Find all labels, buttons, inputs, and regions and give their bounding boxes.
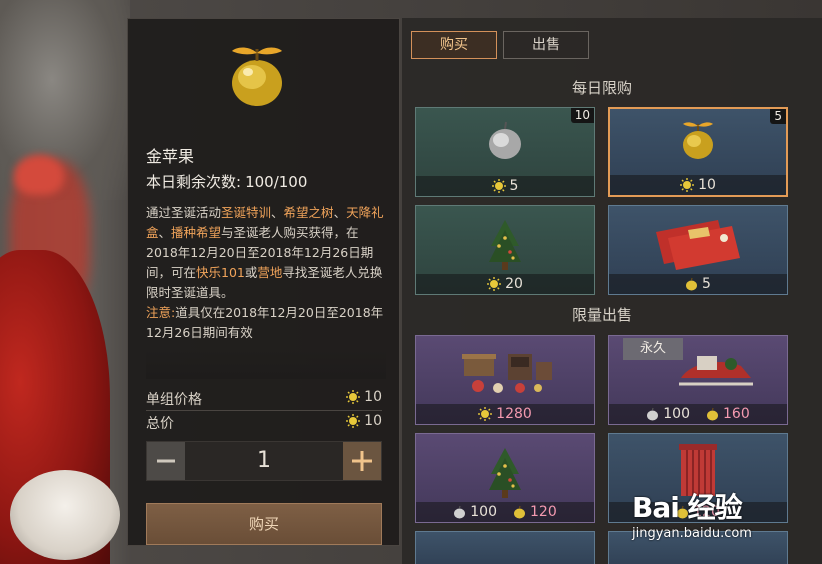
item-price-value-gold: 120 <box>530 504 557 520</box>
sun-coin-icon <box>680 178 695 192</box>
golden-apple-icon <box>232 47 282 106</box>
desc-text: 、 <box>158 225 172 240</box>
item-price: 1280 <box>416 404 594 424</box>
item-count-badge: 10 <box>570 108 594 123</box>
shop-item-christmas-tree[interactable]: 20 <box>415 205 595 295</box>
sun-coin-icon <box>478 407 493 421</box>
unit-price-label: 单组价格 <box>146 392 202 408</box>
shop-item-sleigh[interactable]: 永久 100 160 <box>608 335 788 425</box>
shop-item-silver-apple[interactable]: 10 5 <box>415 107 595 197</box>
background-santa-hat <box>14 155 64 195</box>
section-limited-sale: 限量出售 <box>571 306 632 324</box>
item-price: 5 <box>609 274 787 294</box>
unit-price-number: 10 <box>364 389 382 405</box>
item-price-value-silver: 100 <box>470 504 497 520</box>
desc-link-wish-tree: 希望之树 <box>283 205 334 220</box>
shop-item-christmas-cards[interactable]: 5 <box>608 205 788 295</box>
apple-coin-icon <box>454 505 466 519</box>
total-price-value: 10 <box>346 413 382 429</box>
item-price-value: 5 <box>509 178 519 194</box>
unit-price-value: 10 <box>346 389 382 405</box>
desc-link-sow-hope: 播种希望 <box>171 225 222 240</box>
sun-coin-icon <box>491 179 506 193</box>
item-price-value: 10 <box>698 177 716 193</box>
desc-text: 、 <box>271 205 284 220</box>
sun-coin-icon <box>346 414 361 428</box>
sun-coin-icon <box>346 390 361 404</box>
shop-item-gold-apple[interactable]: 5 10 <box>608 107 788 197</box>
golden-apple-icon <box>683 122 713 159</box>
item-price: 20 <box>416 274 594 294</box>
total-price-number: 10 <box>364 413 382 429</box>
watermark-logo: Bai 经验 <box>632 491 743 524</box>
item-price-value: 5 <box>702 276 711 292</box>
christmas-tree-icon <box>489 220 521 270</box>
desc-text: 、 <box>333 205 347 220</box>
item-price-value: 1280 <box>496 406 532 422</box>
item-price: 10 <box>610 175 786 195</box>
note-text: 道具仅在2018年12月20日至2018年12月26日期间有效 <box>146 305 384 340</box>
unit-price-row: 单组价格 10 <box>146 389 382 409</box>
item-price: 5 <box>416 176 594 196</box>
section-daily-limit: 每日限购 <box>571 79 632 97</box>
desc-link-camp: 营地 <box>257 265 283 280</box>
gold-apple-coin-icon <box>514 505 525 519</box>
desc-text: 通过圣诞活动 <box>146 205 222 220</box>
sun-coin-icon <box>487 277 502 291</box>
gold-apple-coin-icon <box>686 277 698 291</box>
shop-item-furniture-set[interactable]: 1280 <box>415 335 595 425</box>
tab-sell[interactable]: 出售 <box>503 31 589 59</box>
buy-button[interactable]: 购买 <box>146 503 382 545</box>
item-count-badge: 5 <box>770 109 786 124</box>
decrease-quantity-button[interactable] <box>147 442 185 480</box>
total-price-row: 总价 10 <box>146 413 382 433</box>
apple-coin-icon <box>647 407 659 421</box>
sleigh-icon <box>678 356 753 386</box>
watermark-url: jingyan.baidu.com <box>632 526 752 541</box>
item-price-value: 20 <box>505 276 523 292</box>
desc-link-christmas-training: 圣诞特训 <box>221 205 272 220</box>
gold-apple-coin-icon <box>707 407 718 421</box>
remaining-value: 100/100 <box>245 173 308 191</box>
tab-buy[interactable]: 购买 <box>411 31 497 59</box>
item-price-value-silver: 100 <box>663 406 690 422</box>
baidu-watermark: Bai 经验 jingyan.baidu.com <box>632 484 822 564</box>
shop-panel: 购买 出售 每日限购 10 5 5 10 20 5 限量出售 1280 永久 1… <box>402 18 822 564</box>
minus-icon <box>157 459 175 463</box>
desc-link-happy-101: 快乐101 <box>196 265 245 280</box>
shop-item-partial[interactable] <box>415 531 595 564</box>
increase-quantity-button[interactable] <box>343 442 381 480</box>
item-description[interactable]: 通过圣诞活动圣诞特训、希望之树、天降礼盒、播种希望与圣诞老人购买获得，在2018… <box>146 203 386 379</box>
item-detail-panel: 金苹果 本日剩余次数: 100/100 通过圣诞活动圣诞特训、希望之树、天降礼盒、… <box>127 18 400 546</box>
description-paragraph: 通过圣诞活动圣诞特训、希望之树、天降礼盒、播种希望与圣诞老人购买获得，在2018… <box>146 203 386 303</box>
christmas-tree-icon <box>489 448 521 498</box>
desc-text: 或 <box>244 265 258 280</box>
description-note: 注意:道具仅在2018年12月20日至2018年12月26日期间有效 <box>146 303 386 343</box>
scroll-fade <box>146 349 386 379</box>
quantity-stepper: 1 <box>146 441 382 481</box>
remaining-label: 本日剩余次数: <box>146 173 242 191</box>
item-price: 100 120 <box>416 502 594 522</box>
total-price-label: 总价 <box>146 416 174 432</box>
plus-icon <box>352 451 372 471</box>
item-price: 100 160 <box>609 404 787 424</box>
item-name: 金苹果 <box>146 147 195 166</box>
note-label: 注意: <box>146 305 176 320</box>
shop-item-christmas-tree-2[interactable]: 100 120 <box>415 433 595 523</box>
quantity-value[interactable]: 1 <box>187 442 341 480</box>
furniture-set-icon <box>462 354 552 393</box>
item-price-value-gold: 160 <box>723 406 750 422</box>
silver-apple-icon <box>489 121 521 159</box>
santa-fur-trim <box>10 470 120 560</box>
christmas-cards-icon <box>656 220 740 270</box>
divider <box>146 410 382 411</box>
remaining-count: 本日剩余次数: 100/100 <box>146 171 307 192</box>
